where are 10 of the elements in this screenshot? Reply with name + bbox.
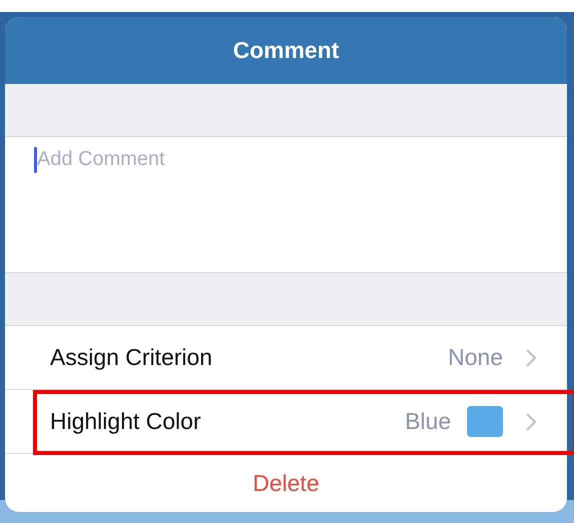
row-value: Blue [404, 408, 451, 435]
settings-row[interactable]: Highlight Color Blue [5, 390, 567, 454]
popover-title: Comment [232, 37, 340, 64]
chevron-icon [525, 412, 537, 432]
row-label: Assign Criterion [50, 344, 214, 371]
delete-button[interactable]: Delete [5, 454, 567, 512]
settings-row[interactable]: Assign Criterion None [5, 326, 567, 390]
row-value: None [448, 344, 503, 371]
row-label: Highlight Color [50, 408, 202, 435]
chevron-icon [525, 348, 537, 368]
